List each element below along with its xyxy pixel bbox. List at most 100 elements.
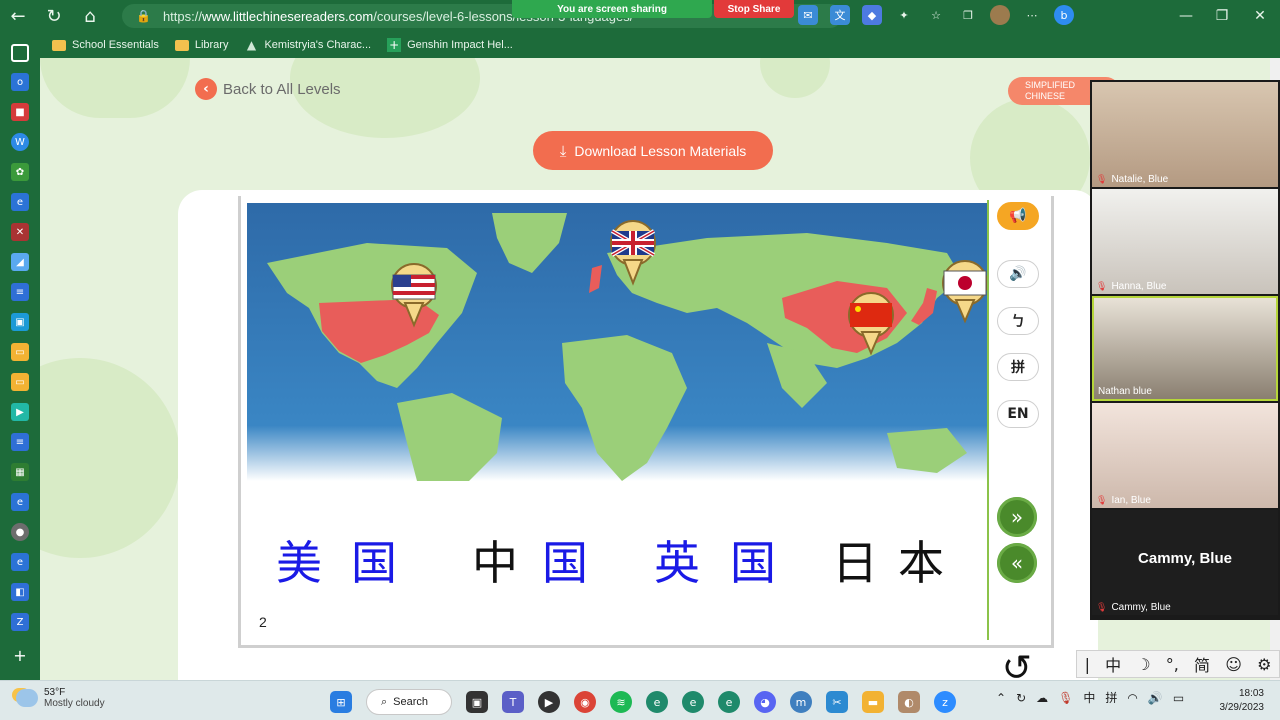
minimize-icon[interactable]: — (1166, 0, 1206, 32)
word-character[interactable]: 本 (898, 528, 944, 598)
word-character[interactable]: 国 (542, 528, 588, 598)
bookmark-kemistryia[interactable]: ▲ Kemistryia's Charac... (244, 38, 371, 52)
edge-icon[interactable]: e (11, 493, 29, 511)
profile-avatar[interactable] (990, 5, 1010, 25)
drag-handle-icon[interactable]: | (1085, 655, 1090, 674)
teams-icon[interactable]: T (502, 691, 524, 713)
outlook-icon[interactable]: ✉ (798, 5, 818, 25)
favorites-icon[interactable]: ☆ (926, 5, 946, 25)
speaker-icon[interactable]: 🔊 (997, 260, 1039, 288)
participant-tile[interactable]: 🎙 Natalie, Blue (1092, 82, 1278, 187)
edge-icon[interactable]: e (11, 193, 29, 211)
participant-tile[interactable]: 🎙 Hanna, Blue (1092, 189, 1278, 294)
microphone-icon[interactable]: 🎙 (1058, 691, 1073, 705)
settings-icon[interactable]: ⚙ (1257, 655, 1271, 674)
bookmark-school-essentials[interactable]: School Essentials (52, 39, 159, 51)
word-character[interactable]: 中 (472, 528, 518, 598)
edge-icon[interactable]: e (646, 691, 668, 713)
chrome-icon[interactable]: ◉ (574, 691, 596, 713)
participant-tile[interactable]: 🎙 Ian, Blue (1092, 403, 1278, 508)
bookmark-label: School Essentials (72, 39, 159, 51)
spotify-icon[interactable]: ≋ (610, 691, 632, 713)
task-view-icon[interactable]: ▣ (466, 691, 488, 713)
weather-widget[interactable]: 53°F Mostly cloudy (16, 687, 105, 709)
ime-mode[interactable]: 中 (1105, 652, 1121, 676)
app-icon[interactable]: ▦ (11, 463, 29, 481)
megaphone-icon[interactable]: 📢 (997, 202, 1039, 230)
bookmark-genshin[interactable]: + Genshin Impact Hel... (387, 38, 513, 52)
tab-actions-icon[interactable] (11, 44, 29, 62)
docs-icon[interactable]: ≡ (11, 283, 29, 301)
word-character[interactable]: 日 (832, 528, 878, 598)
app-icon[interactable]: ● (11, 523, 29, 541)
taskbar-search[interactable]: ⌕ Search (366, 689, 452, 715)
translate-icon[interactable]: 文 (830, 5, 850, 25)
pinyin-toggle[interactable]: 拼 (997, 353, 1039, 381)
input-language[interactable]: 中 (1083, 689, 1095, 706)
word-character[interactable]: 国 (351, 528, 397, 598)
search-icon: ⌕ (381, 695, 388, 708)
puzzle-icon[interactable]: ✦ (894, 5, 914, 25)
next-card-button[interactable]: » (997, 497, 1037, 537)
replay-icon[interactable]: ↺ (997, 648, 1037, 681)
app-icon[interactable]: ◐ (898, 691, 920, 713)
edge-icon[interactable]: e (11, 553, 29, 571)
app-icon[interactable]: m (790, 691, 812, 713)
zoom-icon[interactable]: z (934, 691, 956, 713)
windows-start-icon[interactable]: ⊞ (330, 691, 352, 713)
slides-icon[interactable]: ▭ (11, 343, 29, 361)
slides-icon[interactable]: ▭ (11, 373, 29, 391)
emoji-icon[interactable]: ☺ (1225, 655, 1242, 674)
bookmark-library[interactable]: Library (174, 39, 228, 51)
word-character[interactable]: 国 (730, 528, 776, 598)
outlook-icon[interactable]: o (11, 73, 29, 91)
collections-icon[interactable]: ❐ (958, 5, 978, 25)
chevron-up-icon[interactable]: ⌃ (996, 691, 1006, 705)
volume-icon[interactable]: 🔊 (1148, 691, 1163, 705)
participant-tile[interactable]: Cammy, Blue 🎙 Cammy, Blue (1092, 510, 1278, 615)
word-character[interactable]: 美 (276, 528, 322, 598)
wordpress-icon[interactable]: W (11, 133, 29, 151)
cloud-icon[interactable]: ☁ (1036, 691, 1048, 705)
app-icon[interactable]: ◧ (11, 583, 29, 601)
previous-card-button[interactable]: « (997, 543, 1037, 583)
shield-icon[interactable]: ◆ (862, 5, 882, 25)
stop-share-button[interactable]: Stop Share (714, 0, 794, 18)
classroom-icon[interactable]: ▣ (11, 313, 29, 331)
play-icon[interactable]: ▶ (11, 403, 29, 421)
battery-icon[interactable]: ▭ (1173, 691, 1184, 705)
participant-tile[interactable]: Nathan blue (1092, 296, 1278, 401)
maximize-icon[interactable]: ❐ (1202, 0, 1242, 32)
sync-icon[interactable]: ↻ (1016, 691, 1026, 705)
english-toggle[interactable]: EN (997, 400, 1039, 428)
more-icon[interactable]: ⋯ (1022, 5, 1042, 25)
bing-icon[interactable]: b (1054, 5, 1074, 25)
ime-simplified[interactable]: 简 (1194, 652, 1210, 676)
app-icon[interactable]: ✕ (11, 223, 29, 241)
app-icon[interactable]: ◢ (11, 253, 29, 271)
word-character[interactable]: 英 (654, 528, 700, 598)
download-materials-button[interactable]: ⤓ Download Lesson Materials (533, 131, 773, 170)
ime-indicator[interactable]: 拼 (1105, 689, 1117, 706)
discord-icon[interactable]: ◕ (754, 691, 776, 713)
home-icon[interactable]: ⌂ (72, 0, 108, 32)
wifi-icon[interactable]: ◠ (1127, 691, 1137, 705)
back-arrow-icon[interactable]: ← (0, 0, 36, 32)
docs-icon[interactable]: ≡ (11, 433, 29, 451)
office-icon[interactable]: ■ (11, 103, 29, 121)
back-to-levels-link[interactable]: ‹ Back to All Levels (195, 78, 341, 100)
edge-icon[interactable]: e (718, 691, 740, 713)
close-icon[interactable]: ✕ (1240, 0, 1280, 32)
media-player-icon[interactable]: ▶ (538, 691, 560, 713)
app-icon[interactable]: Z (11, 613, 29, 631)
edge-icon[interactable]: e (682, 691, 704, 713)
app-icon[interactable]: ✿ (11, 163, 29, 181)
refresh-icon[interactable]: ↻ (36, 0, 72, 32)
moon-icon[interactable]: ☽ (1136, 655, 1150, 674)
file-explorer-icon[interactable]: ▬ (862, 691, 884, 713)
snipping-icon[interactable]: ✂ (826, 691, 848, 713)
punctuation-icon[interactable]: °, (1166, 655, 1179, 674)
bopomofo-toggle[interactable]: ㄅ (997, 307, 1039, 335)
add-icon[interactable]: + (11, 646, 29, 665)
clock[interactable]: 18:03 3/29/2023 (1212, 687, 1265, 715)
